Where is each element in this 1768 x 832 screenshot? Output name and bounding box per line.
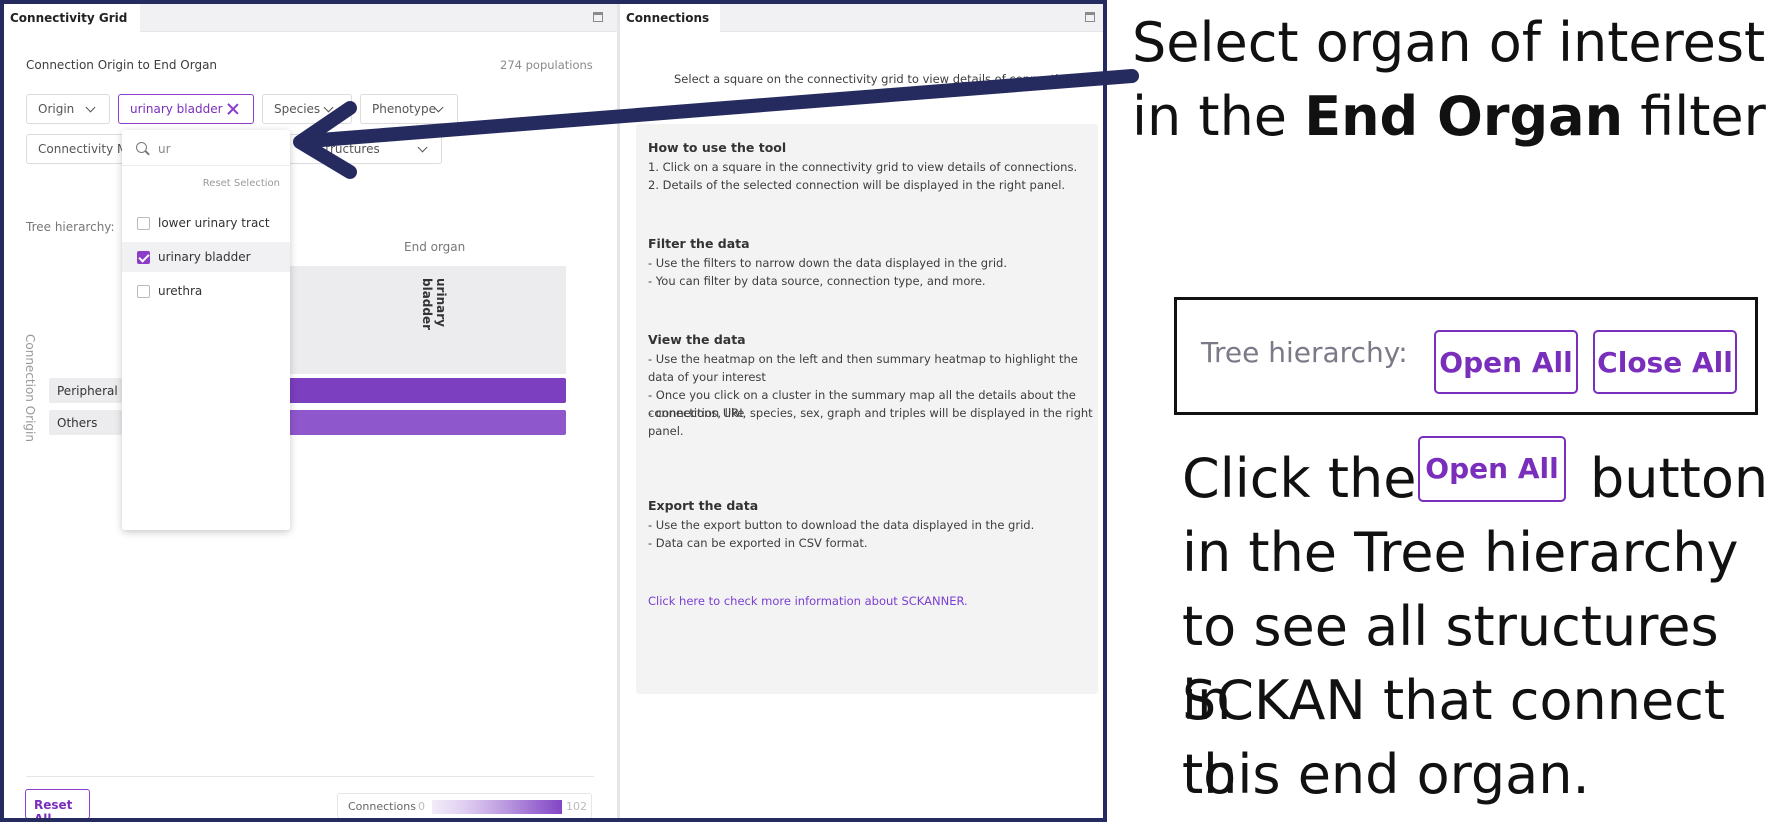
annotation-click-prefix: Click the [1182,447,1417,510]
annotation-click-suffix: button [1590,447,1768,510]
callout-open-all-button[interactable]: Open All [1434,330,1578,394]
annotation-top-line1: Select organ of interest [1132,11,1766,74]
annotation-text: filter [1623,85,1766,148]
annotation-top-line2: in the End Organ filter [1132,80,1766,154]
inline-open-all-button: Open All [1418,436,1566,502]
callout-close-all-button[interactable]: Close All [1593,330,1737,394]
annotation-line5: this end organ. [1182,743,1590,806]
annotation-line2: in the Tree hierarchy [1182,521,1739,584]
callout-tree-label: Tree hierarchy: [1201,336,1408,369]
tree-hierarchy-callout: Tree hierarchy: Open All Close All [1174,297,1758,415]
annotation-text: in the [1132,85,1305,148]
annotation-bold-text: End Organ [1304,85,1624,148]
